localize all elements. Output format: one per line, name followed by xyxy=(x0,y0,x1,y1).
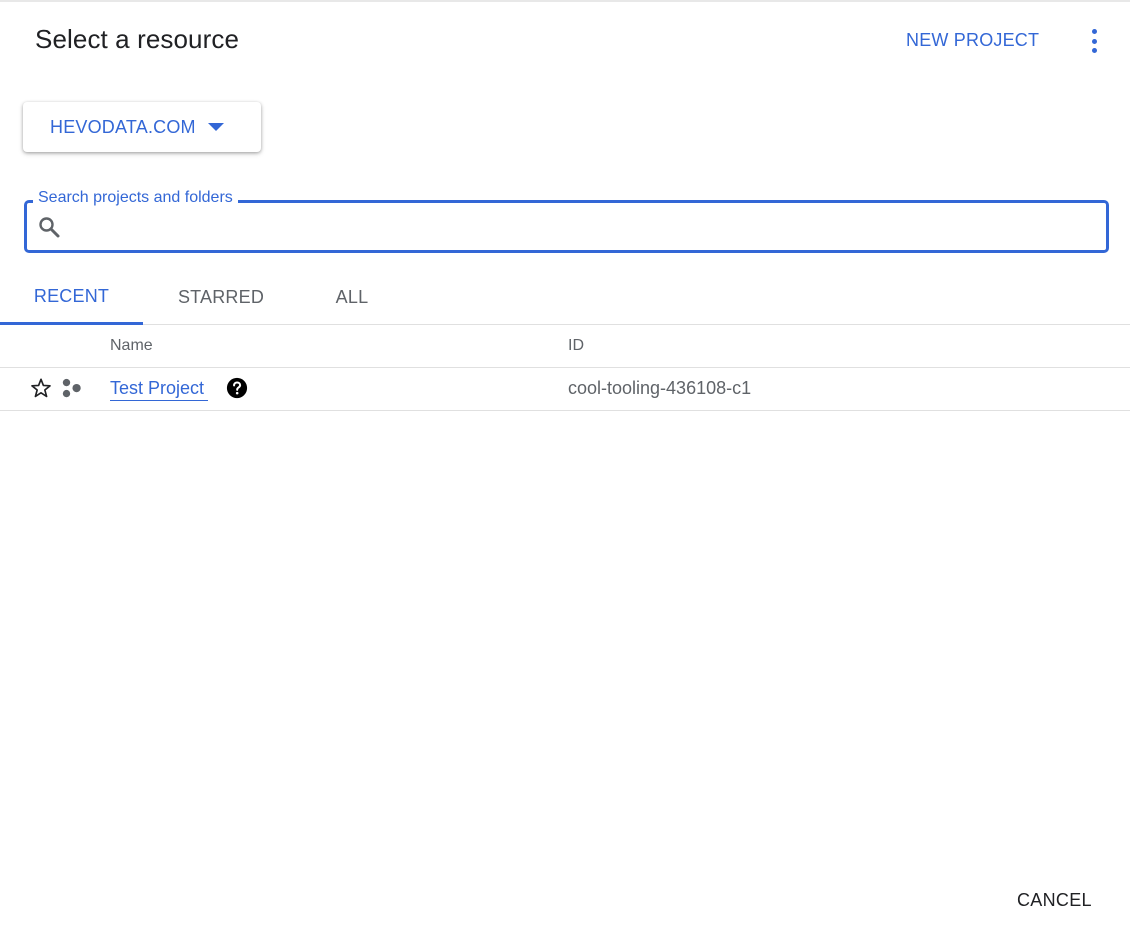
help-icon[interactable] xyxy=(226,377,248,399)
more-dot xyxy=(1091,38,1097,44)
organization-picker[interactable]: HEVODATA.COM xyxy=(23,102,261,152)
new-project-button[interactable]: NEW PROJECT xyxy=(906,30,1039,51)
tab-all[interactable]: ALL xyxy=(300,270,404,325)
column-header-id: ID xyxy=(568,337,584,354)
more-dot xyxy=(1091,29,1097,34)
project-id: cool-tooling-436108-c1 xyxy=(568,378,752,398)
cancel-button[interactable]: CANCEL xyxy=(1017,890,1092,911)
search-input[interactable] xyxy=(70,210,1090,242)
project-name-link[interactable]: Test Project xyxy=(110,378,209,401)
select-resource-dialog: Select a resource NEW PROJECT HEVODATA.C… xyxy=(0,0,1130,948)
organization-picker-label: HEVODATA.COM xyxy=(50,116,196,137)
more-vert-icon[interactable] xyxy=(1084,26,1104,56)
search-icon xyxy=(39,217,60,238)
table-row[interactable]: Test Project cool-tooling-436108-c1 xyxy=(0,368,1130,411)
arrow-drop-down-icon xyxy=(207,123,224,131)
search-label: Search projects and folders xyxy=(33,189,238,207)
more-dot xyxy=(1091,48,1097,53)
tab-starred[interactable]: STARRED xyxy=(150,270,292,325)
dialog-title: Select a resource xyxy=(35,24,240,54)
tab-recent[interactable]: RECENT xyxy=(0,270,143,325)
star-outline-icon[interactable] xyxy=(30,377,52,399)
column-header-name: Name xyxy=(110,337,153,354)
resource-tabs: RECENT STARRED ALL xyxy=(0,270,1130,325)
project-icon xyxy=(62,378,81,398)
table-header: Name ID xyxy=(0,325,1130,368)
